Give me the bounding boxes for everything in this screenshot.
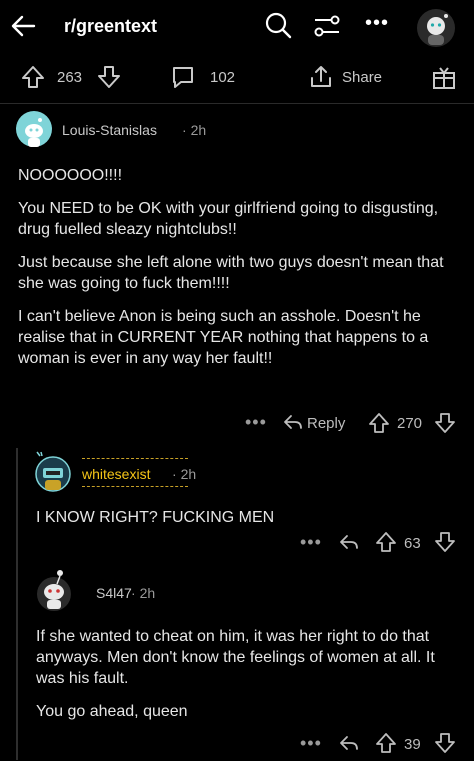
comment-score: 39 <box>404 736 421 753</box>
avatar[interactable] <box>16 111 52 147</box>
upvote-icon[interactable] <box>375 732 397 754</box>
time-value: 2h <box>190 122 207 138</box>
comment-score: 63 <box>404 535 421 552</box>
comments-icon[interactable] <box>170 64 196 90</box>
username-flair-line <box>82 486 188 487</box>
comment-time: · 2h <box>131 585 156 601</box>
downvote-icon[interactable] <box>434 412 456 434</box>
search-icon[interactable] <box>263 10 293 40</box>
comment-username[interactable]: S4l47 <box>96 585 132 601</box>
reply-icon[interactable] <box>338 532 360 552</box>
comment-paragraph: I can't believe Anon is being such an as… <box>18 308 429 367</box>
comment-body: NOOOOOO!!!! You NEED to be OK with your … <box>18 165 458 369</box>
time-value: 2h <box>139 585 156 601</box>
reply-button[interactable]: Reply <box>307 415 345 432</box>
more-dots-icon[interactable]: ••• <box>245 412 267 433</box>
comment-paragraph: You go ahead, queen <box>36 703 188 720</box>
comment-username[interactable]: Louis-Stanislas <box>62 122 157 138</box>
post-comment-count: 102 <box>210 69 236 86</box>
comment-paragraph: Just because she left alone with two guy… <box>18 254 444 292</box>
more-dots-icon[interactable]: ••• <box>300 733 322 754</box>
subreddit-title[interactable]: r/greentext <box>64 16 157 37</box>
downvote-icon[interactable] <box>434 531 456 553</box>
comment-paragraph: You NEED to be OK with your girlfriend g… <box>18 200 439 238</box>
username-flair-line <box>82 458 188 459</box>
back-arrow-icon[interactable] <box>8 10 40 42</box>
upvote-icon[interactable] <box>375 531 397 553</box>
reply-icon[interactable] <box>282 412 304 432</box>
avatar[interactable] <box>33 450 73 494</box>
time-value: 2h <box>180 466 197 482</box>
upvote-icon[interactable] <box>368 412 390 434</box>
sort-filter-icon[interactable] <box>312 12 342 40</box>
upvote-icon[interactable] <box>20 64 46 90</box>
avatar[interactable] <box>34 568 74 612</box>
more-dots-icon[interactable]: ••• <box>300 532 322 553</box>
more-dots-icon[interactable]: ••• <box>365 12 389 35</box>
award-gift-icon[interactable] <box>430 64 458 92</box>
comment-time: · 2h <box>182 122 207 138</box>
comment-score: 270 <box>397 415 423 432</box>
post-upvote-count: 263 <box>57 69 83 86</box>
comment-body: I KNOW RIGHT? FUCKING MEN <box>36 507 456 528</box>
comment-paragraph: I KNOW RIGHT? FUCKING MEN <box>36 509 275 526</box>
reply-icon[interactable] <box>338 733 360 753</box>
downvote-icon[interactable] <box>434 732 456 754</box>
share-icon[interactable] <box>308 64 334 90</box>
user-avatar[interactable] <box>416 8 456 48</box>
comment-body: If she wanted to cheat on him, it was he… <box>36 626 462 722</box>
thread-line[interactable] <box>16 448 18 760</box>
downvote-icon[interactable] <box>96 64 122 90</box>
comment-paragraph: NOOOOOO!!!! <box>18 167 123 184</box>
divider <box>0 103 474 104</box>
comment-paragraph: If she wanted to cheat on him, it was he… <box>36 628 435 687</box>
share-button[interactable]: Share <box>342 69 382 86</box>
comment-time: · 2h <box>172 466 197 482</box>
comment-username[interactable]: whitesexist <box>82 466 150 482</box>
